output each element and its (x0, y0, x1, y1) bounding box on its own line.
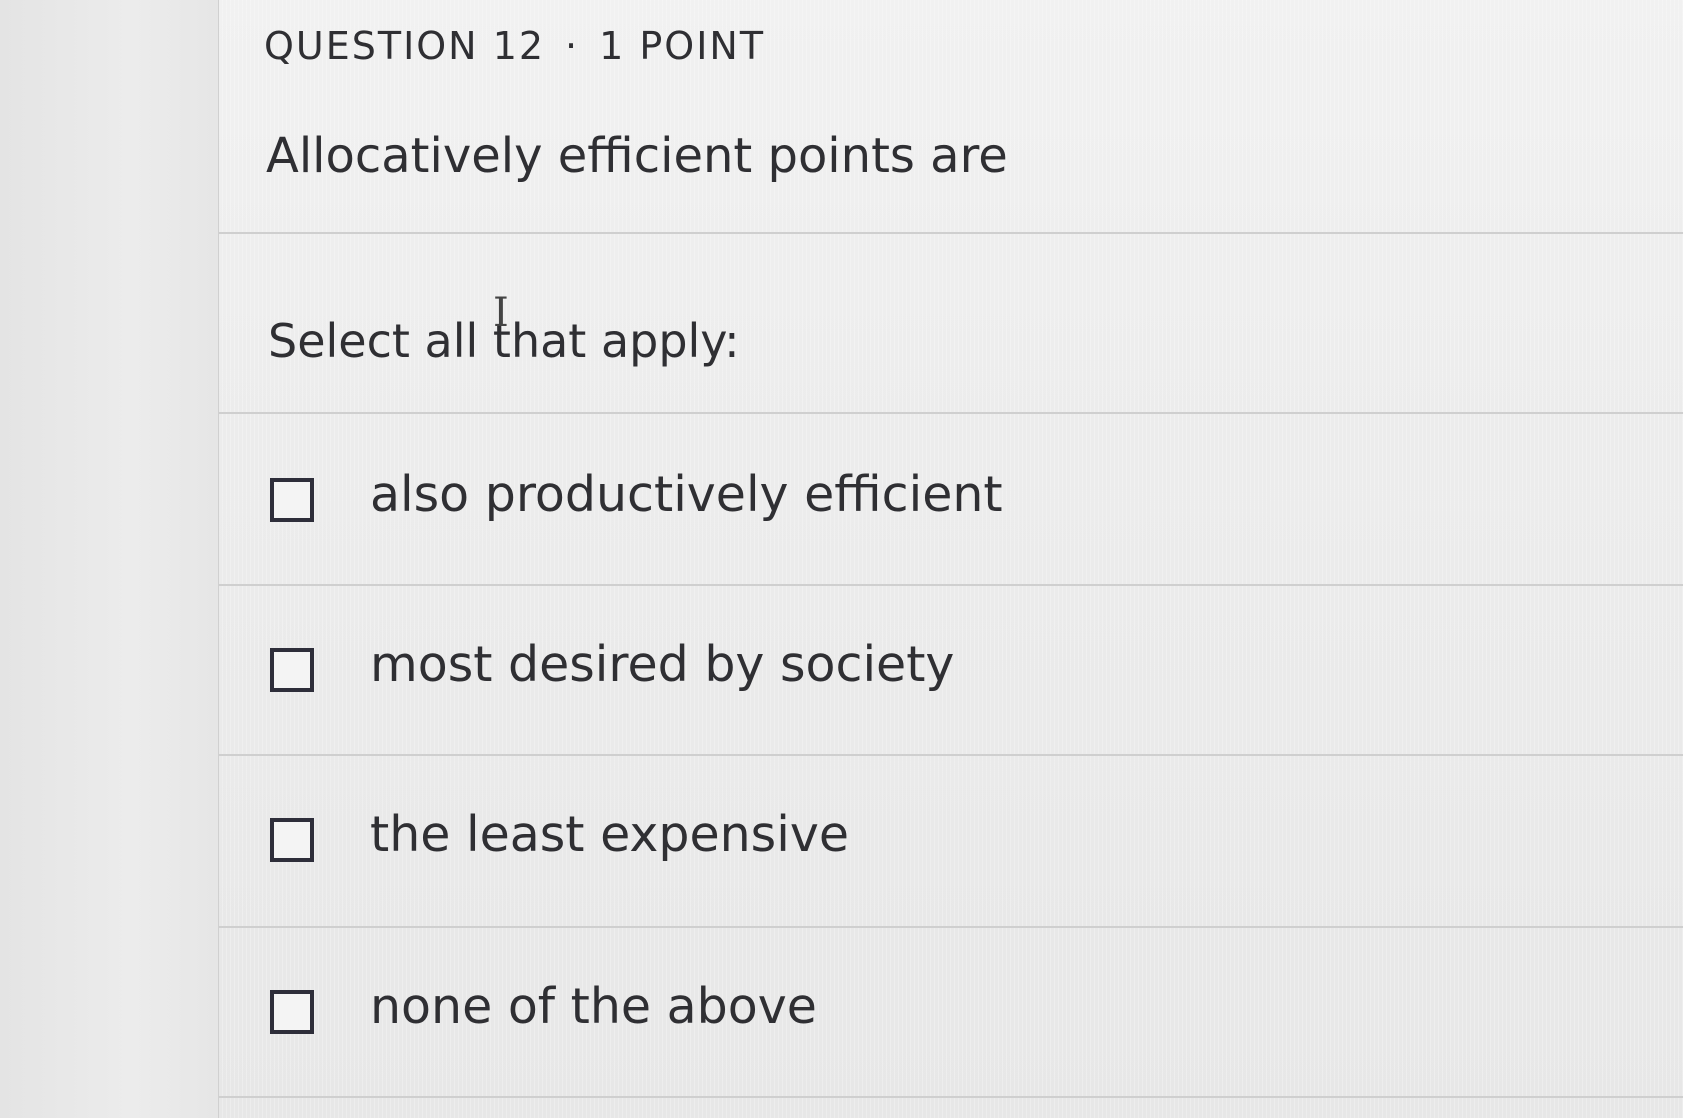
text-cursor-icon: I (493, 290, 509, 336)
option-label[interactable]: none of the above (370, 978, 817, 1035)
option-checkbox[interactable] (270, 990, 314, 1034)
option-checkbox[interactable] (270, 818, 314, 862)
option-row[interactable]: most desired by society (219, 584, 1683, 752)
divider (219, 1096, 1683, 1098)
option-checkbox[interactable] (270, 478, 314, 522)
question-number: QUESTION 12 (264, 24, 546, 68)
option-row[interactable]: none of the above (219, 926, 1683, 1094)
divider (219, 232, 1683, 234)
left-gutter (0, 0, 218, 1118)
option-row[interactable]: also productively efficient (219, 414, 1683, 582)
option-label[interactable]: also productively efficient (370, 466, 1003, 523)
header-separator: · (565, 24, 580, 68)
question-points: 1 POINT (599, 24, 766, 68)
option-label[interactable]: most desired by society (370, 636, 954, 693)
question-prompt: Allocatively efficient points are (266, 128, 1008, 184)
option-row[interactable]: the least expensive (219, 754, 1683, 922)
option-label[interactable]: the least expensive (370, 806, 849, 863)
option-checkbox[interactable] (270, 648, 314, 692)
question-header: QUESTION 12 · 1 POINT (264, 24, 765, 68)
